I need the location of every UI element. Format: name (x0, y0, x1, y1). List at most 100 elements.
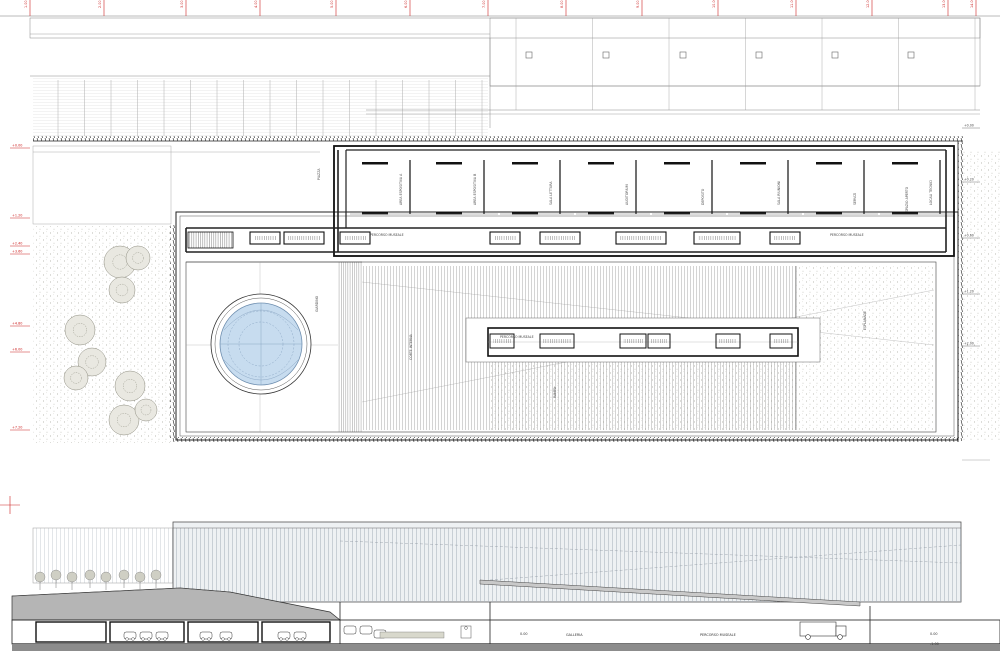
skylight (525, 51, 533, 59)
room-label: AUDITORIUM (625, 184, 629, 205)
skylight (831, 51, 839, 59)
room-label: DEPOSITO (701, 188, 705, 205)
car-wheel (207, 637, 211, 641)
section-label: 0.00 (930, 632, 938, 636)
circular-pool (210, 293, 312, 395)
room-bar (362, 162, 388, 165)
gallery-label: PERCORSO MUSEALE (500, 335, 534, 339)
core-stair (774, 236, 796, 240)
core-stair (719, 339, 737, 343)
court-label: ESPLANADE (863, 311, 867, 330)
garage-bay (35, 621, 107, 643)
tree-canopy (63, 365, 89, 391)
section-label: PERCORSO MUSEALE (700, 633, 736, 637)
ruler-label: 5.00 (330, 0, 334, 8)
room-bar (740, 162, 766, 165)
stair-core (187, 231, 234, 249)
ruler-label: 8.00 (560, 0, 564, 8)
tree-canopy (108, 404, 140, 436)
section-tree-crown (100, 571, 112, 583)
skylight (602, 51, 610, 59)
car-wheel (125, 637, 129, 641)
ruler-label: 4.00 (254, 0, 258, 8)
tree-canopy (64, 314, 96, 346)
core-stair (254, 236, 276, 240)
core-stair (544, 236, 576, 240)
ruler-label: 14.00 (970, 0, 974, 8)
ruler-label: 10.00 (712, 0, 716, 8)
room-bar (664, 162, 690, 165)
level-label: +2.40 (12, 242, 22, 246)
ruler-label: 9.00 (636, 0, 640, 8)
section-tree-crown (34, 571, 46, 583)
level-label: +7.20 (12, 426, 22, 430)
ruler-label: 1.00 (24, 0, 28, 8)
upper-site-strip (29, 17, 981, 136)
level-label: +0.00 (964, 124, 974, 128)
ruler-label: 12.00 (866, 0, 870, 8)
left-level-marks: +0.00 +1.20 +2.40 +3.60 +4.80 +6.00 +7.20 (10, 144, 30, 431)
core-stair (623, 339, 643, 343)
ruler-label: 2.00 (98, 0, 102, 8)
corridor-label: PERCORSO MUSEALE (370, 233, 404, 237)
room-bar (816, 162, 842, 165)
tree-canopy (108, 276, 136, 304)
room-label: LOCALI TECNICI (929, 180, 933, 205)
core-stair (288, 236, 320, 240)
car-wheel (147, 637, 151, 641)
section-label: -1.00 (930, 642, 939, 646)
ruler-label: 13.00 (942, 0, 946, 8)
section-tree-crown (84, 569, 96, 581)
level-label: +3.60 (12, 250, 22, 254)
car-wheel (141, 637, 145, 641)
planter (379, 631, 445, 639)
tree-canopy (125, 245, 151, 271)
core-stair (543, 339, 571, 343)
court-label: PIAZZA (317, 168, 321, 180)
ruler-label: 6.00 (404, 0, 408, 8)
room-bar (436, 162, 462, 165)
car-wheel (295, 637, 299, 641)
section-tree-crown (118, 569, 130, 581)
car-wheel (163, 637, 167, 641)
core-stair (344, 236, 366, 240)
room-label: AREA ESPOSITIVA A (399, 173, 403, 205)
court-label: RAMPA (553, 386, 557, 398)
tree-canopy (134, 398, 158, 422)
ruler-label: 11.00 (790, 0, 794, 8)
section-tree-crown (50, 569, 62, 581)
court-label: GIARDINO (315, 295, 319, 312)
car-wheel (227, 637, 231, 641)
ruler-label: 7.00 (482, 0, 486, 8)
car (343, 625, 357, 635)
room-bar (588, 162, 614, 165)
section-label: GALLERIA (566, 633, 583, 637)
car (359, 625, 373, 635)
section-tree-crown (134, 571, 146, 583)
car-wheel (301, 637, 305, 641)
section-label: 0.00 (520, 632, 528, 636)
room-bar (892, 162, 918, 165)
car-wheel (279, 637, 283, 641)
corridor-label: PERCORSO MUSEALE (830, 233, 864, 237)
level-label: +6.00 (12, 348, 22, 352)
car-wheel (131, 637, 135, 641)
section-tree-crown (66, 571, 78, 583)
core-stair (494, 236, 516, 240)
top-ruler: 1.00 2.00 3.00 4.00 5.00 6.00 7.00 8.00 9.00 10.0… (0, 0, 1000, 17)
core-stair (493, 339, 511, 343)
room-bar (512, 162, 538, 165)
room-label: SALA LETTURA (549, 181, 553, 205)
court-label: CORTE INTERNA (409, 333, 413, 360)
core-stair (698, 236, 736, 240)
ruler-label: 3.00 (180, 0, 184, 8)
court-label: SPAZIO APERTO (905, 186, 909, 212)
car-wheel (221, 637, 225, 641)
architectural-drawing: 1.00 2.00 3.00 4.00 5.00 6.00 7.00 8.00 9.00 10.0… (0, 0, 1000, 651)
car-wheel (157, 637, 161, 641)
tree-canopy (114, 370, 146, 402)
skylight (679, 51, 687, 59)
car-wheel (285, 637, 289, 641)
skylight (907, 51, 915, 59)
level-label: +0.00 (12, 144, 22, 148)
